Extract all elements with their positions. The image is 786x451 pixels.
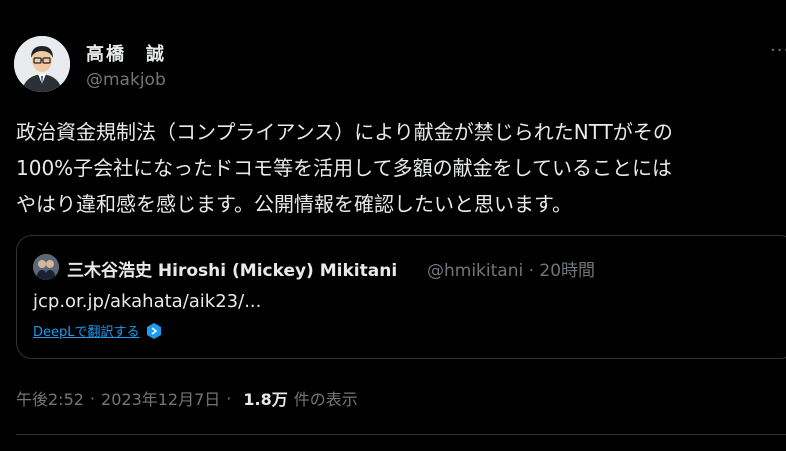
tweet-time[interactable]: 午後2:52	[16, 386, 84, 410]
view-count: 1.8万	[243, 390, 288, 409]
quote-link[interactable]: jcp.or.jp/akahata/aik23/...	[33, 291, 261, 312]
person-illustration-icon	[14, 36, 70, 92]
divider	[16, 434, 786, 435]
view-count-label: 件の表示	[293, 390, 358, 409]
quote-avatar	[33, 254, 59, 280]
author-handle[interactable]: @makjob	[86, 70, 166, 90]
meta-separator-2: ·	[226, 388, 232, 408]
group-photo-icon	[33, 254, 59, 280]
more-options-icon[interactable]: ···	[770, 40, 786, 61]
quote-author-name: 三木谷浩史 Hiroshi (Mickey) Mikitani	[67, 261, 398, 281]
author-avatar[interactable]	[14, 36, 70, 92]
deepl-icon	[146, 322, 161, 339]
tweet-meta: 午後2:52 · 2023年12月7日 · 1.8万 件の表示	[16, 386, 358, 410]
tweet-date[interactable]: 2023年12月7日	[101, 386, 220, 410]
quote-handle-time: @hmikitani · 20時間	[427, 261, 596, 281]
meta-separator: ·	[89, 388, 96, 408]
quoted-tweet[interactable]: 三木谷浩史 Hiroshi (Mickey) Mikitani @hmikita…	[16, 235, 786, 359]
tweet-text: 政治資金規制法（コンプライアンス）により献金が禁じられたNTTがその 100%子…	[16, 120, 673, 216]
deepl-translate-button[interactable]: DeepLで翻訳する	[33, 321, 162, 340]
author-name[interactable]: 高橋 誠	[86, 40, 166, 66]
deepl-translate-label[interactable]: DeepLで翻訳する	[33, 321, 140, 340]
